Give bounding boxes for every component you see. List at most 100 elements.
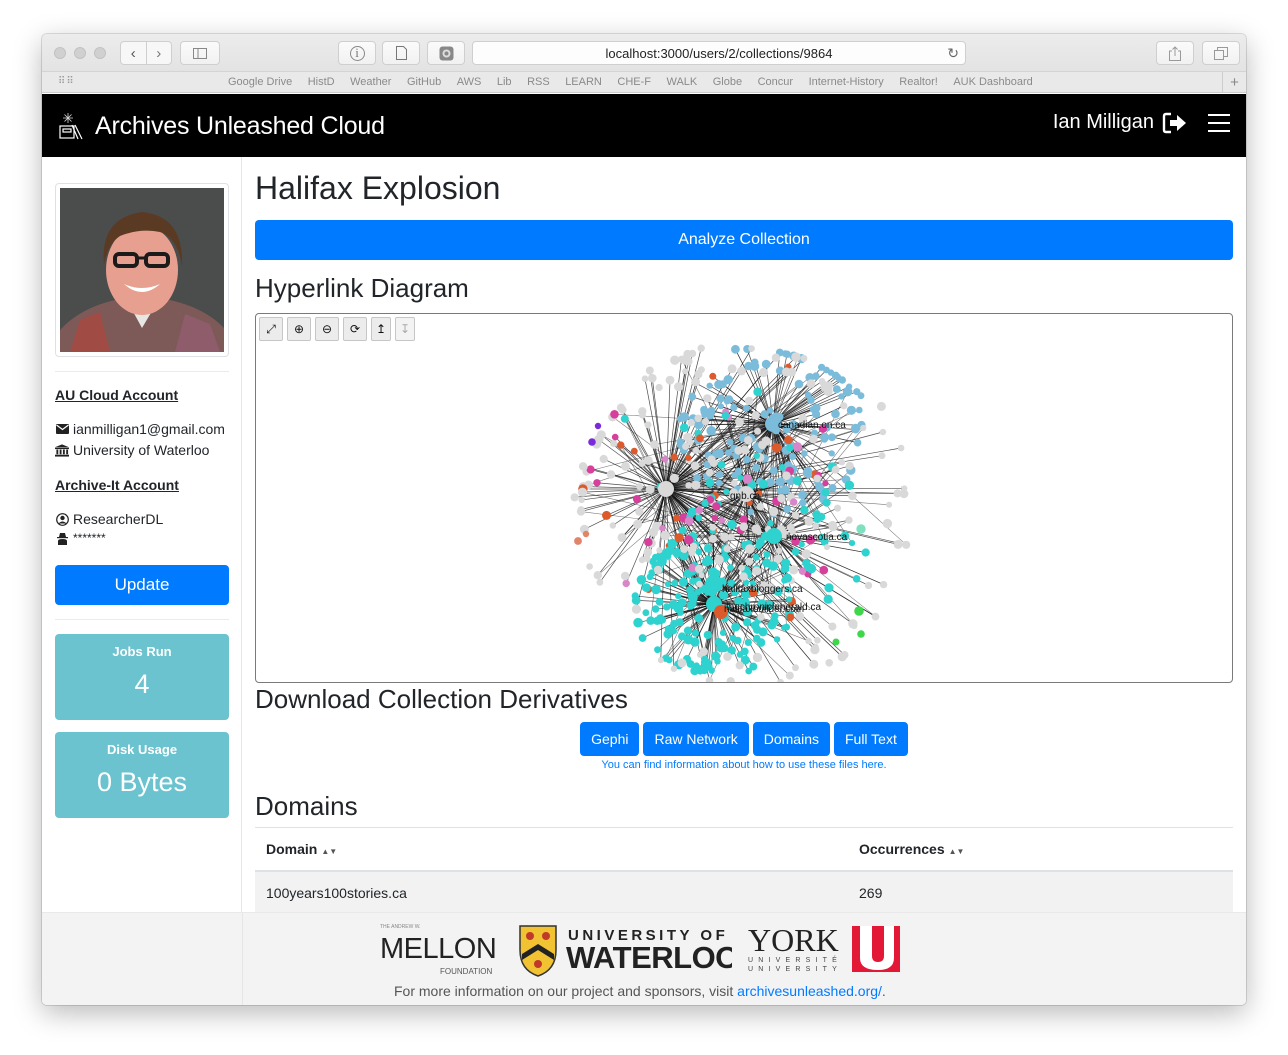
minimize-window-button[interactable] bbox=[74, 47, 86, 59]
full-text-download-button[interactable]: Full Text bbox=[833, 722, 908, 756]
graph-node bbox=[602, 510, 611, 520]
tabs-button[interactable] bbox=[1202, 41, 1240, 65]
graph-node bbox=[705, 676, 714, 682]
bookmark-item[interactable]: AUK Dashboard bbox=[953, 76, 1033, 88]
brand-link[interactable]: Archives Unleashed Cloud bbox=[58, 111, 385, 141]
graph-node bbox=[687, 507, 697, 517]
reader-button[interactable] bbox=[382, 41, 420, 65]
bookmark-item[interactable]: HistD bbox=[308, 76, 335, 88]
graph-node bbox=[828, 520, 838, 530]
graph-node bbox=[785, 671, 794, 680]
hyperlink-graph[interactable]: ⤢ ⊕ ⊖ ⟳ ↥ ↧ canadian.on.ca gnb.ca novascotia.ca… bbox=[255, 313, 1233, 683]
graph-node bbox=[631, 604, 641, 614]
zoom-in-icon[interactable]: ⊕ bbox=[287, 317, 311, 341]
graph-node bbox=[655, 383, 663, 392]
raw-network-download-button[interactable]: Raw Network bbox=[643, 722, 749, 756]
reload-icon[interactable]: ↻ bbox=[947, 45, 959, 62]
address-bar[interactable]: localhost:3000/users/2/collections/9864 … bbox=[472, 41, 966, 65]
update-button[interactable]: Update bbox=[55, 565, 229, 605]
au-account-heading[interactable]: AU Cloud Account bbox=[55, 387, 178, 403]
extension-button[interactable] bbox=[427, 41, 465, 65]
graph-node bbox=[633, 617, 643, 628]
sidebar-toggle-button[interactable] bbox=[180, 41, 220, 65]
graph-node bbox=[706, 382, 713, 389]
graph-node bbox=[850, 622, 858, 630]
graph-node bbox=[677, 658, 687, 668]
bookmark-item[interactable]: LEARN bbox=[565, 76, 602, 88]
graph-node bbox=[845, 516, 853, 524]
graph-node bbox=[801, 549, 811, 559]
bookmark-item[interactable]: Internet-History bbox=[809, 76, 884, 88]
grid-icon[interactable]: ⠿⠿ bbox=[58, 76, 75, 87]
close-window-button[interactable] bbox=[54, 47, 66, 59]
graph-node bbox=[588, 438, 596, 446]
archives-unleashed-link[interactable]: archivesunleashed.org/ bbox=[737, 983, 882, 999]
bookmark-item[interactable]: GitHub bbox=[407, 76, 441, 88]
graph-node bbox=[743, 455, 751, 464]
graph-node bbox=[781, 558, 791, 568]
bookmark-item[interactable]: Weather bbox=[350, 76, 391, 88]
user-name-link[interactable]: Ian Milligan bbox=[1053, 111, 1154, 134]
occurrences-column-header[interactable]: Occurrences ▲▼ bbox=[848, 841, 1233, 857]
graph-node bbox=[693, 474, 701, 482]
refresh-icon[interactable]: ⟳ bbox=[343, 317, 367, 341]
sidebar-icon bbox=[193, 47, 207, 59]
domain-column-header[interactable]: Domain ▲▼ bbox=[255, 841, 848, 857]
graph-node bbox=[831, 465, 840, 474]
email-line: ianmilligan1@gmail.com bbox=[55, 421, 225, 437]
bookmark-item[interactable]: WALK bbox=[666, 76, 697, 88]
sign-out-icon[interactable] bbox=[1162, 112, 1188, 134]
graph-node bbox=[683, 626, 692, 635]
graph-node bbox=[856, 406, 863, 414]
graph-node bbox=[718, 380, 727, 389]
graph-node bbox=[645, 485, 655, 494]
archive-it-username: ResearcherDL bbox=[73, 511, 164, 527]
zoom-out-icon[interactable]: ⊖ bbox=[315, 317, 339, 341]
stat-label: Jobs Run bbox=[112, 644, 172, 659]
graph-node bbox=[689, 577, 697, 585]
arrow-down-icon[interactable]: ↧ bbox=[395, 317, 415, 341]
bookmark-item[interactable]: Globe bbox=[713, 76, 742, 88]
graph-node bbox=[767, 520, 774, 527]
share-button[interactable] bbox=[1156, 41, 1194, 65]
back-icon[interactable]: ‹ bbox=[121, 42, 147, 64]
graph-node bbox=[832, 385, 841, 394]
graph-node bbox=[655, 598, 664, 606]
analyze-collection-button[interactable]: Analyze Collection bbox=[255, 220, 1233, 260]
gephi-download-button[interactable]: Gephi bbox=[580, 722, 640, 756]
fullscreen-icon[interactable]: ⤢ bbox=[259, 317, 283, 341]
bookmarks-bar: ⠿⠿ Google Drive HistD Weather GitHub AWS Lib R… bbox=[42, 72, 1246, 93]
graph-node bbox=[777, 678, 784, 682]
graph-node bbox=[697, 344, 705, 352]
archive-it-heading[interactable]: Archive-It Account bbox=[55, 477, 179, 493]
user-secret-icon bbox=[55, 531, 69, 545]
bookmark-item[interactable]: Google Drive bbox=[228, 76, 292, 88]
derivatives-heading: Download Collection Derivatives bbox=[255, 684, 628, 714]
bookmark-item[interactable]: CHE-F bbox=[617, 76, 651, 88]
derivatives-help-link[interactable]: You can find information about how to us… bbox=[255, 759, 1233, 771]
graph-node bbox=[696, 580, 703, 588]
new-tab-icon[interactable]: + bbox=[1222, 72, 1246, 93]
graph-node bbox=[643, 456, 653, 465]
network-graph-canvas[interactable]: canadian.on.ca gnb.ca novascotia.ca halifax… bbox=[256, 314, 1232, 682]
graph-node bbox=[660, 530, 670, 541]
forward-icon[interactable]: › bbox=[147, 42, 172, 64]
hamburger-menu-button[interactable] bbox=[1208, 113, 1230, 132]
zoom-window-button[interactable] bbox=[94, 47, 106, 59]
graph-node bbox=[792, 476, 802, 486]
brand-title: Archives Unleashed Cloud bbox=[95, 111, 385, 140]
footer-text-suffix: . bbox=[881, 983, 886, 999]
arrow-up-icon[interactable]: ↥ bbox=[371, 317, 391, 341]
domains-download-button[interactable]: Domains bbox=[752, 722, 830, 756]
bookmark-item[interactable]: Lib bbox=[497, 76, 512, 88]
bookmark-item[interactable]: Realtor! bbox=[899, 76, 938, 88]
bookmark-item[interactable]: AWS bbox=[457, 76, 482, 88]
graph-node bbox=[734, 446, 743, 455]
graph-node bbox=[682, 368, 689, 375]
info-button[interactable]: i bbox=[338, 41, 376, 65]
graph-node bbox=[582, 530, 590, 538]
graph-node bbox=[717, 403, 724, 410]
graph-node bbox=[690, 461, 700, 471]
bookmark-item[interactable]: Concur bbox=[758, 76, 793, 88]
bookmark-item[interactable]: RSS bbox=[527, 76, 550, 88]
